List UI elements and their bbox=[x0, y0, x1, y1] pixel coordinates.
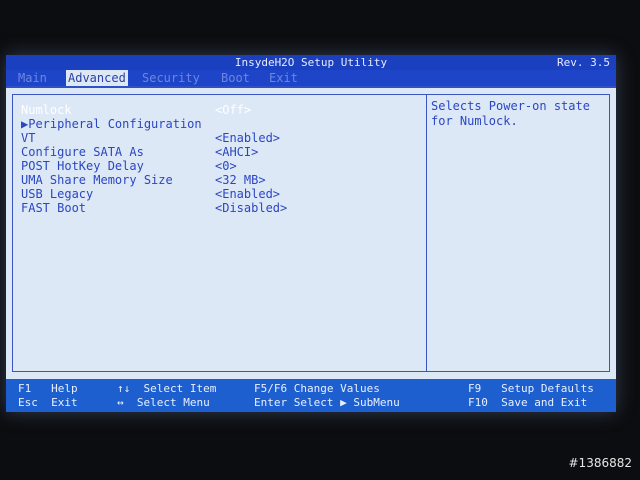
key-enter: Enter Select ▶ SubMenu bbox=[254, 396, 400, 409]
tab-exit[interactable]: Exit bbox=[267, 70, 300, 86]
setting-value[interactable]: <0> bbox=[215, 159, 237, 173]
setting-label: UMA Share Memory Size bbox=[21, 173, 173, 187]
key-action: Help bbox=[51, 382, 78, 395]
setting-value[interactable]: <Enabled> bbox=[215, 187, 280, 201]
setting-value[interactable]: <Off> bbox=[215, 103, 251, 117]
bios-screen: InsydeH2O Setup Utility Rev. 3.5 Main Ad… bbox=[6, 55, 616, 412]
setting-label: VT bbox=[21, 131, 36, 145]
content-area: Numlock <Off> ▶Peripheral Configuration … bbox=[6, 86, 616, 381]
key-f10: F10 Save and Exit bbox=[468, 396, 587, 409]
setting-value[interactable]: <AHCI> bbox=[215, 145, 258, 159]
setting-value[interactable]: <Enabled> bbox=[215, 131, 280, 145]
revision-label: Rev. 3.5 bbox=[557, 56, 610, 69]
setting-value[interactable]: <32 MB> bbox=[215, 173, 266, 187]
key-name: Esc bbox=[18, 396, 38, 409]
help-panel: Selects Power-on state for Numlock. bbox=[426, 94, 610, 372]
key-esc: Esc Exit bbox=[18, 396, 78, 409]
key-action: Change Values bbox=[293, 382, 380, 395]
tab-advanced[interactable]: Advanced bbox=[66, 70, 128, 86]
key-action: Save and Exit bbox=[501, 396, 588, 409]
key-action: Select ▶ SubMenu bbox=[293, 396, 400, 409]
key-name: F1 bbox=[18, 382, 32, 395]
key-up-down: ↑↓ Select Item bbox=[117, 382, 216, 395]
setting-label: FAST Boot bbox=[21, 201, 87, 215]
key-f9: F9 Setup Defaults bbox=[468, 382, 594, 395]
key-name: F9 bbox=[468, 382, 482, 395]
key-action: Select Menu bbox=[136, 396, 210, 409]
menu-bar: Main Advanced Security Boot Exit bbox=[6, 70, 616, 86]
tab-security[interactable]: Security bbox=[140, 70, 202, 86]
settings-panel: Numlock <Off> ▶Peripheral Configuration … bbox=[12, 94, 426, 372]
key-name: ↑↓ bbox=[117, 382, 131, 395]
watermark: #1386882 bbox=[568, 456, 633, 470]
key-name: Enter bbox=[254, 396, 288, 409]
app-title: InsydeH2O Setup Utility bbox=[234, 56, 388, 69]
key-action: Select Item bbox=[143, 382, 217, 395]
title-bar: InsydeH2O Setup Utility Rev. 3.5 bbox=[6, 55, 616, 70]
key-legend-bar: F1 Help Esc Exit ↑↓ Select Item ↔ Select… bbox=[6, 379, 616, 412]
key-f1: F1 Help bbox=[18, 382, 78, 395]
key-f5-f6: F5/F6 Change Values bbox=[254, 382, 380, 395]
tab-boot[interactable]: Boot bbox=[219, 70, 252, 86]
setting-label: USB Legacy bbox=[21, 187, 94, 201]
key-action: Setup Defaults bbox=[501, 382, 594, 395]
setting-label: Numlock bbox=[21, 103, 72, 117]
setting-label: Configure SATA As bbox=[21, 145, 144, 159]
key-name: ↔ bbox=[117, 396, 124, 409]
key-name: F5/F6 bbox=[254, 382, 288, 395]
key-left-right: ↔ Select Menu bbox=[117, 396, 210, 409]
key-name: F10 bbox=[468, 396, 488, 409]
help-text: Selects Power-on state for Numlock. bbox=[431, 99, 590, 128]
key-action: Exit bbox=[51, 396, 78, 409]
setting-value[interactable]: <Disabled> bbox=[215, 201, 287, 215]
setting-label: POST HotKey Delay bbox=[21, 159, 144, 173]
setting-label: ▶Peripheral Configuration bbox=[21, 117, 202, 131]
tab-main[interactable]: Main bbox=[16, 70, 49, 86]
